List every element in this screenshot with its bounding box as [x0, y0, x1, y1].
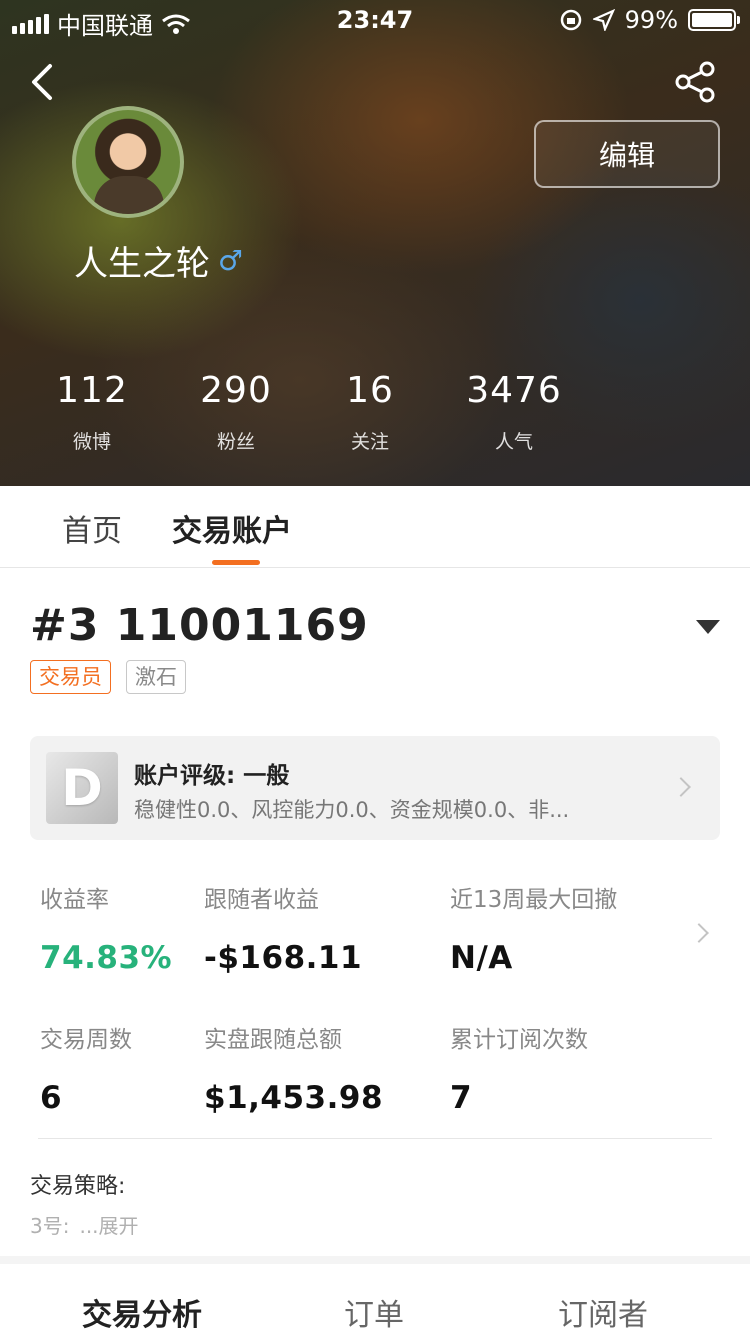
metric-label: 实盘跟随总额 — [204, 1027, 342, 1053]
rating-title: 账户评级: 一般 — [134, 763, 290, 789]
profile-stats: 112 微博 290 粉丝 16 关注 3476 人气 — [0, 370, 750, 470]
stat-popularity[interactable]: 3476 人气 — [464, 370, 564, 454]
share-button[interactable] — [674, 60, 718, 104]
account-rating-card[interactable]: D 账户评级: 一般 稳健性0.0、风控能力0.0、资金规模0.0、非... — [30, 736, 720, 840]
metric-label: 收益率 — [40, 887, 109, 913]
stat-label: 微博 — [72, 431, 111, 453]
battery-icon — [688, 9, 740, 31]
strategy-text: 3号: ...展开 — [30, 1210, 139, 1239]
metric-value: 7 — [450, 1080, 473, 1116]
metric-value: 6 — [40, 1080, 63, 1116]
strategy-expand-link[interactable]: ...展开 — [79, 1214, 138, 1238]
username: 人生之轮 — [74, 244, 210, 284]
strategy-content: 3号: — [30, 1214, 70, 1238]
back-button[interactable] — [26, 60, 66, 104]
status-right: 99% — [559, 6, 740, 34]
account-dropdown-icon[interactable] — [696, 620, 720, 634]
stat-weibo[interactable]: 112 微博 — [56, 370, 128, 454]
stat-following[interactable]: 16 关注 — [340, 370, 400, 454]
profile-tabs: 首页 交易账户 — [0, 486, 750, 568]
status-bar: 中国联通 23:47 99% — [0, 0, 750, 40]
tab-trading-account[interactable]: 交易账户 — [172, 506, 292, 550]
tag-trader: 交易员 — [30, 660, 111, 694]
metrics-chevron-right-icon[interactable] — [689, 923, 709, 943]
metric-follower-profit: 跟随者收益 -$168.11 — [204, 880, 362, 976]
stat-label: 人气 — [494, 431, 533, 453]
battery-percent: 99% — [624, 6, 678, 34]
bottom-tab-bar: 交易分析 订单 订阅者 — [0, 1256, 750, 1334]
strategy-label: 交易策略: — [30, 1174, 126, 1199]
tab-orders[interactable]: 订单 — [344, 1290, 404, 1334]
stat-value: 112 — [56, 370, 128, 411]
stat-label: 粉丝 — [216, 431, 255, 453]
profile-header: 中国联通 23:47 99% 编辑 人生之轮 ♂ 112 微博 290 粉丝 1… — [0, 0, 750, 486]
stat-label: 关注 — [350, 431, 389, 453]
metric-total-following: 实盘跟随总额 $1,453.98 — [204, 1020, 383, 1116]
metric-label: 累计订阅次数 — [450, 1027, 588, 1053]
stat-fans[interactable]: 290 粉丝 — [196, 370, 276, 454]
metric-value: -$168.11 — [204, 940, 363, 976]
metric-value: N/A — [450, 940, 513, 976]
divider — [38, 1138, 712, 1139]
stat-value: 3476 — [466, 370, 562, 411]
male-gender-icon: ♂ — [218, 244, 244, 277]
username-row: 人生之轮 ♂ — [74, 236, 243, 285]
tab-subscribers[interactable]: 订阅者 — [558, 1290, 648, 1334]
metric-trading-weeks: 交易周数 6 — [40, 1020, 132, 1116]
location-arrow-icon — [592, 9, 615, 31]
grade-badge: D — [46, 752, 118, 824]
account-id: #3 11001169 — [30, 600, 369, 651]
rotation-lock-icon — [560, 9, 581, 31]
active-tab-indicator — [212, 560, 260, 565]
metric-max-drawdown: 近13周最大回撤 N/A — [450, 880, 617, 976]
metric-return-rate: 收益率 74.83% — [40, 880, 172, 976]
tab-home[interactable]: 首页 — [62, 506, 122, 550]
metric-label: 跟随者收益 — [204, 887, 319, 913]
tab-trade-analysis[interactable]: 交易分析 — [82, 1290, 202, 1334]
stat-value: 16 — [346, 370, 394, 411]
avatar[interactable] — [72, 106, 184, 218]
metric-label: 交易周数 — [40, 1027, 132, 1053]
metric-value: $1,453.98 — [204, 1080, 384, 1116]
edit-profile-button[interactable]: 编辑 — [534, 120, 720, 188]
metric-subscriptions: 累计订阅次数 7 — [450, 1020, 588, 1116]
stat-value: 290 — [200, 370, 272, 411]
tag-broker: 激石 — [126, 660, 186, 694]
rating-description: 稳健性0.0、风控能力0.0、资金规模0.0、非... — [134, 798, 570, 822]
metric-value: 74.83% — [40, 940, 173, 976]
metric-label: 近13周最大回撤 — [450, 887, 618, 913]
chevron-right-icon — [671, 777, 691, 797]
